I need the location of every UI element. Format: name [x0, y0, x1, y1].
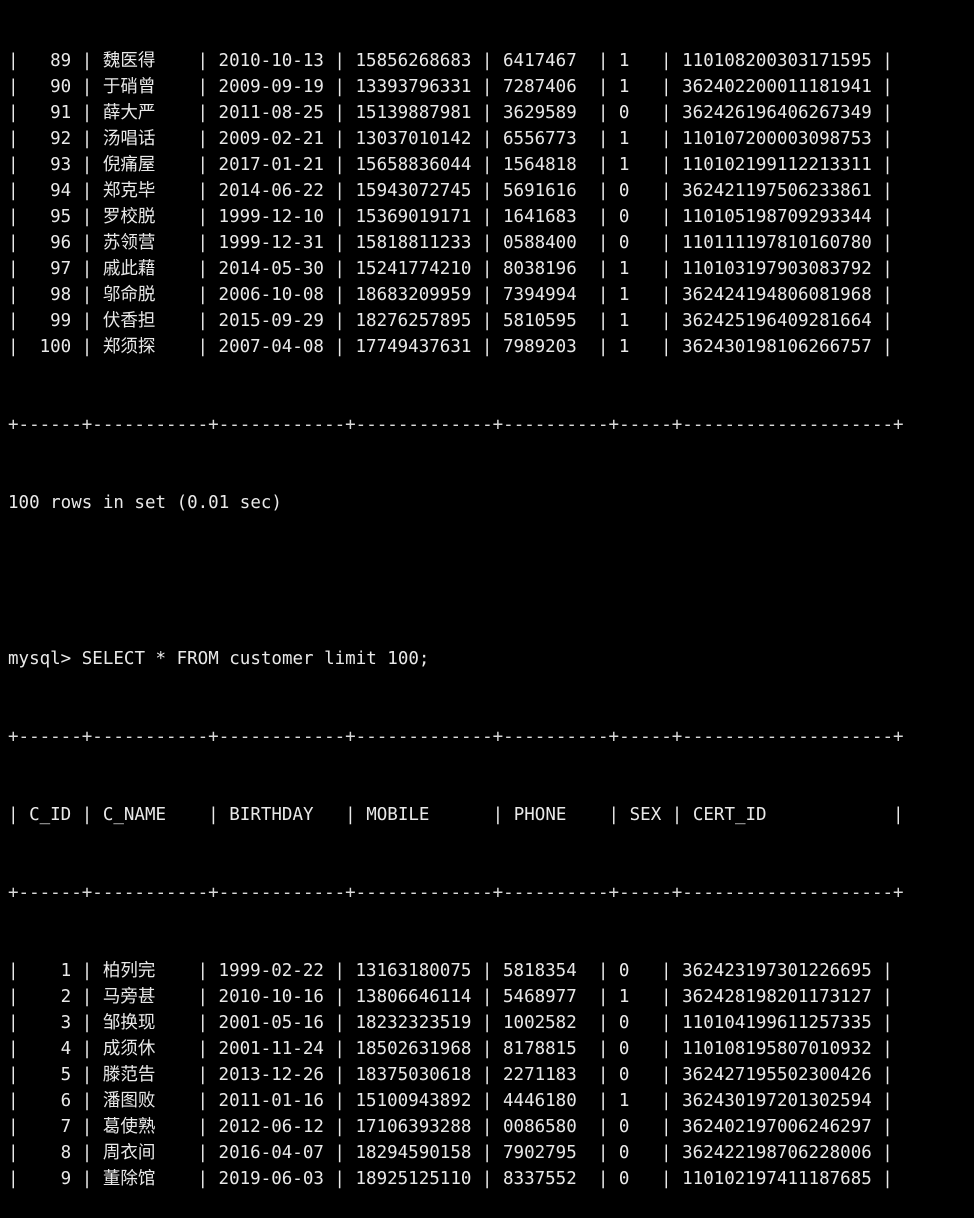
table-row: | 100 | 郑须探 | 2007-04-08 | 17749437631 |… — [8, 337, 893, 357]
table-row: | 97 | 戚此藉 | 2014-05-30 | 15241774210 | … — [8, 259, 893, 279]
table-header-row: | C_ID | C_NAME | BIRTHDAY | MOBILE | PH… — [8, 805, 904, 825]
table-rule-bottom-top-result: +------+-----------+------------+-------… — [8, 415, 904, 435]
table-rule-header: +------+-----------+------------+-------… — [8, 883, 904, 903]
table-row: | 8 | 周衣间 | 2016-04-07 | 18294590158 | 7… — [8, 1143, 893, 1163]
table-row: | 94 | 郑克毕 | 2014-06-22 | 15943072745 | … — [8, 181, 893, 201]
table-row: | 3 | 邹换现 | 2001-05-16 | 18232323519 | 1… — [8, 1013, 893, 1033]
sql-command: SELECT * FROM customer limit 100; — [81, 649, 430, 669]
table-row: | 2 | 马旁甚 | 2010-10-16 | 13806646114 | 5… — [8, 987, 893, 1007]
table-row: | 7 | 葛使熟 | 2012-06-12 | 17106393288 | 0… — [8, 1117, 893, 1137]
row-count-status: 100 rows in set (0.01 sec) — [8, 493, 282, 513]
table-row: | 4 | 成须休 | 2001-11-24 | 18502631968 | 8… — [8, 1039, 893, 1059]
table-rule-top: +------+-----------+------------+-------… — [8, 727, 904, 747]
table-row: | 1 | 柏列完 | 1999-02-22 | 13163180075 | 5… — [8, 961, 893, 981]
table-row: | 98 | 邬命脱 | 2006-10-08 | 18683209959 | … — [8, 285, 893, 305]
table-row: | 92 | 汤唱话 | 2009-02-21 | 13037010142 | … — [8, 129, 893, 149]
table-row: | 96 | 苏领营 | 1999-12-31 | 15818811233 | … — [8, 233, 893, 253]
prompt-command-line[interactable]: mysql> SELECT * FROM customer limit 100; — [8, 646, 974, 672]
bottom-result-rows: | 1 | 柏列完 | 1999-02-22 | 13163180075 | 5… — [8, 958, 974, 1192]
table-row: | 93 | 倪痛屋 | 2017-01-21 | 15658836044 | … — [8, 155, 893, 175]
mysql-prompt: mysql> — [8, 649, 82, 669]
top-result-rows: | 89 | 魏医得 | 2010-10-13 | 15856268683 | … — [8, 48, 974, 360]
table-row: | 99 | 伏香担 | 2015-09-29 | 18276257895 | … — [8, 311, 893, 331]
table-row: | 6 | 潘图败 | 2011-01-16 | 15100943892 | 4… — [8, 1091, 893, 1111]
table-row: | 89 | 魏医得 | 2010-10-13 | 15856268683 | … — [8, 51, 893, 71]
table-row: | 9 | 董除馆 | 2019-06-03 | 18925125110 | 8… — [8, 1169, 893, 1189]
terminal-output[interactable]: | 89 | 魏医得 | 2010-10-13 | 15856268683 | … — [0, 0, 974, 1218]
table-row: | 90 | 于硝曾 | 2009-09-19 | 13393796331 | … — [8, 77, 893, 97]
table-row: | 91 | 薛大严 | 2011-08-25 | 15139887981 | … — [8, 103, 893, 123]
table-row: | 95 | 罗校脱 | 1999-12-10 | 15369019171 | … — [8, 207, 893, 227]
table-row: | 5 | 滕范告 | 2013-12-26 | 18375030618 | 2… — [8, 1065, 893, 1085]
